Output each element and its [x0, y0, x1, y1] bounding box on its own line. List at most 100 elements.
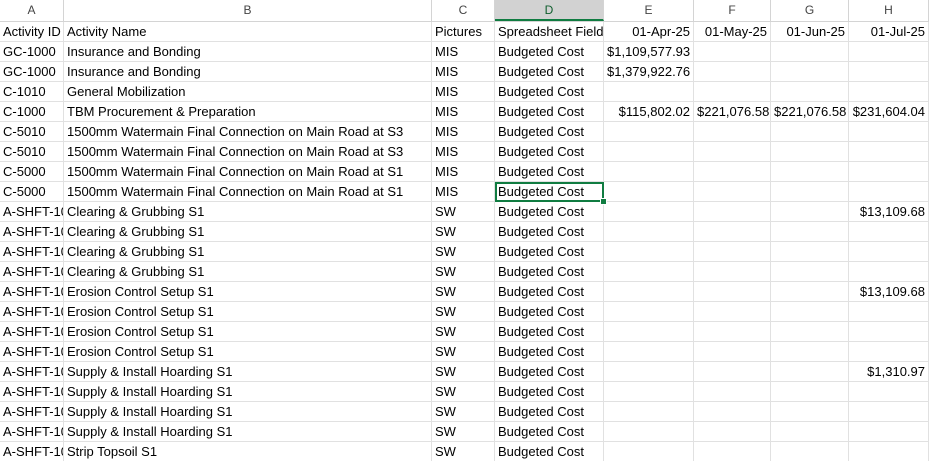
cell-activity-name[interactable]: 1500mm Watermain Final Connection on Mai…: [64, 142, 432, 162]
cell-value[interactable]: [771, 422, 849, 442]
cell-pictures[interactable]: MIS: [432, 82, 495, 102]
header-cell-date[interactable]: 01-Jun-25: [771, 22, 849, 42]
cell-activity-name[interactable]: Erosion Control Setup S1: [64, 282, 432, 302]
column-header-d[interactable]: D: [495, 0, 604, 21]
header-cell-activity-name[interactable]: Activity Name: [64, 22, 432, 42]
cell-value[interactable]: [694, 182, 771, 202]
cell-value[interactable]: [604, 282, 694, 302]
cell-value[interactable]: [849, 402, 929, 422]
cell-value[interactable]: [604, 82, 694, 102]
header-cell-spreadsheet-field[interactable]: Spreadsheet Field: [495, 22, 604, 42]
cell-value[interactable]: [604, 222, 694, 242]
cell-spreadsheet-field[interactable]: Budgeted Cost: [495, 382, 604, 402]
cell-spreadsheet-field[interactable]: Budgeted Cost: [495, 262, 604, 282]
cell-value[interactable]: [694, 422, 771, 442]
cell-value[interactable]: [849, 242, 929, 262]
cell-value[interactable]: $1,109,577.93: [604, 42, 694, 62]
cell-spreadsheet-field[interactable]: Budgeted Cost: [495, 102, 604, 122]
cell-spreadsheet-field[interactable]: Budgeted Cost: [495, 402, 604, 422]
cell-activity-name[interactable]: Supply & Install Hoarding S1: [64, 402, 432, 422]
cell-spreadsheet-field[interactable]: Budgeted Cost: [495, 202, 604, 222]
cell-value[interactable]: [694, 442, 771, 461]
cell-activity-name[interactable]: TBM Procurement & Preparation: [64, 102, 432, 122]
cell-value[interactable]: [604, 382, 694, 402]
cell-value[interactable]: [604, 262, 694, 282]
header-cell-date[interactable]: 01-Apr-25: [604, 22, 694, 42]
cell-value[interactable]: [604, 322, 694, 342]
cell-value[interactable]: [771, 142, 849, 162]
cell-value[interactable]: [694, 202, 771, 222]
header-cell-activity-id[interactable]: Activity ID: [0, 22, 64, 42]
cell-value[interactable]: [849, 442, 929, 461]
column-header-h[interactable]: H: [849, 0, 929, 21]
cell-value[interactable]: [604, 442, 694, 461]
cell-activity-name[interactable]: Supply & Install Hoarding S1: [64, 422, 432, 442]
cell-activity-id[interactable]: GC-1000: [0, 42, 64, 62]
fill-handle[interactable]: [600, 198, 607, 205]
cell-value[interactable]: [604, 122, 694, 142]
cell-value[interactable]: [694, 302, 771, 322]
cell-value[interactable]: [849, 182, 929, 202]
cell-activity-id[interactable]: C-1010: [0, 82, 64, 102]
cell-activity-id[interactable]: C-5000: [0, 162, 64, 182]
cell-activity-id[interactable]: A-SHFT-10: [0, 402, 64, 422]
cell-value[interactable]: [849, 122, 929, 142]
cell-spreadsheet-field[interactable]: Budgeted Cost: [495, 62, 604, 82]
cell-value[interactable]: [771, 222, 849, 242]
cell-value[interactable]: [849, 382, 929, 402]
cell-value[interactable]: [694, 82, 771, 102]
cell-pictures[interactable]: SW: [432, 422, 495, 442]
cell-value[interactable]: [694, 162, 771, 182]
cell-value[interactable]: $221,076.58: [771, 102, 849, 122]
cell-value[interactable]: $1,310.97: [849, 362, 929, 382]
column-header-e[interactable]: E: [604, 0, 694, 21]
cell-value[interactable]: [694, 382, 771, 402]
cell-activity-id[interactable]: A-SHFT-10: [0, 422, 64, 442]
cell-value[interactable]: [694, 362, 771, 382]
cell-value[interactable]: [849, 162, 929, 182]
cell-activity-id[interactable]: A-SHFT-10: [0, 242, 64, 262]
cell-value[interactable]: [771, 62, 849, 82]
cell-value[interactable]: [604, 162, 694, 182]
cell-activity-name[interactable]: Clearing & Grubbing S1: [64, 222, 432, 242]
cell-value[interactable]: [771, 242, 849, 262]
cell-value[interactable]: [771, 182, 849, 202]
cell-pictures[interactable]: SW: [432, 282, 495, 302]
cell-pictures[interactable]: SW: [432, 342, 495, 362]
cell-activity-id[interactable]: C-1000: [0, 102, 64, 122]
cell-value[interactable]: [604, 302, 694, 322]
cell-activity-name[interactable]: Insurance and Bonding: [64, 62, 432, 82]
cell-pictures[interactable]: SW: [432, 402, 495, 422]
active-cell[interactable]: Budgeted Cost: [495, 182, 604, 202]
cell-value[interactable]: [694, 62, 771, 82]
cell-value[interactable]: [849, 302, 929, 322]
cell-activity-id[interactable]: C-5010: [0, 122, 64, 142]
cell-spreadsheet-field[interactable]: Budgeted Cost: [495, 302, 604, 322]
cell-value[interactable]: [771, 362, 849, 382]
cell-value[interactable]: [849, 322, 929, 342]
cell-value[interactable]: [771, 402, 849, 422]
cell-activity-id[interactable]: A-SHFT-10: [0, 282, 64, 302]
cell-pictures[interactable]: MIS: [432, 122, 495, 142]
cell-value[interactable]: [849, 262, 929, 282]
cell-value[interactable]: [849, 422, 929, 442]
cell-value[interactable]: [694, 402, 771, 422]
cell-activity-id[interactable]: A-SHFT-10: [0, 322, 64, 342]
cell-value[interactable]: $231,604.04: [849, 102, 929, 122]
cell-value[interactable]: [771, 162, 849, 182]
cell-value[interactable]: [694, 242, 771, 262]
cell-pictures[interactable]: SW: [432, 202, 495, 222]
cell-activity-id[interactable]: A-SHFT-10: [0, 442, 64, 461]
cell-value[interactable]: [771, 442, 849, 461]
cell-value[interactable]: [694, 42, 771, 62]
cell-value[interactable]: [694, 142, 771, 162]
cell-pictures[interactable]: SW: [432, 382, 495, 402]
cell-pictures[interactable]: SW: [432, 442, 495, 461]
cell-spreadsheet-field[interactable]: Budgeted Cost: [495, 42, 604, 62]
cell-value[interactable]: [694, 222, 771, 242]
cell-value[interactable]: [694, 322, 771, 342]
cell-spreadsheet-field[interactable]: Budgeted Cost: [495, 162, 604, 182]
cell-value[interactable]: [849, 222, 929, 242]
cell-spreadsheet-field[interactable]: Budgeted Cost: [495, 322, 604, 342]
cell-pictures[interactable]: MIS: [432, 42, 495, 62]
